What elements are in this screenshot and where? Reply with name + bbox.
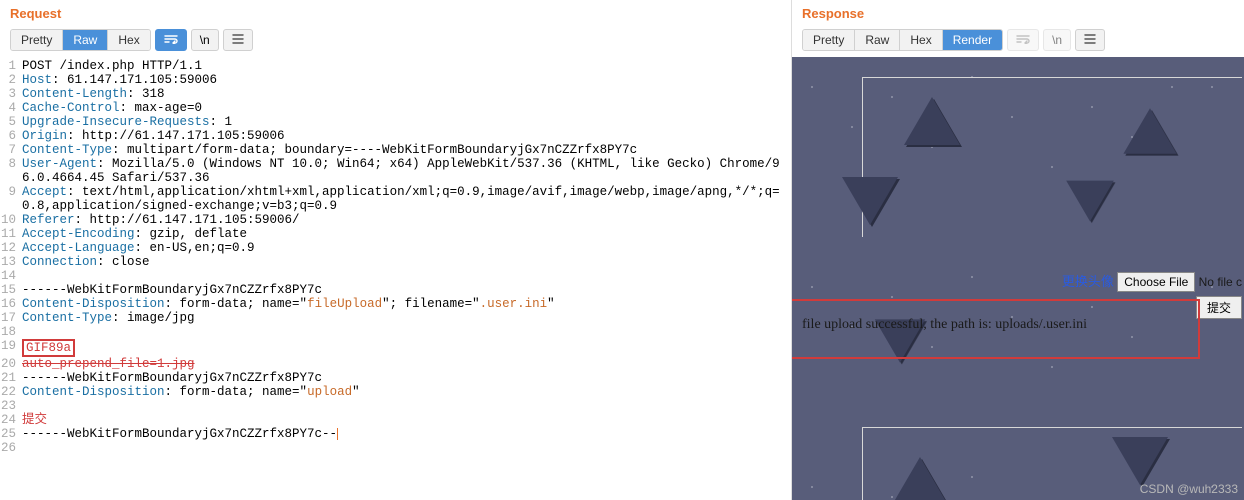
tab-raw[interactable]: Raw: [63, 30, 108, 50]
wrap-icon: [1016, 33, 1030, 47]
request-toolbar: Pretty Raw Hex \n: [0, 29, 791, 57]
highlighted-gif-header: GIF89a: [22, 339, 75, 357]
triangle-decor-6: [892, 457, 948, 500]
rendered-page: 更换头像 Choose File No file c 提交 file uploa…: [792, 57, 1244, 500]
triangle-decor-7: [1112, 437, 1168, 485]
upload-result-highlight: file upload successful, the path is: upl…: [792, 299, 1200, 359]
newline-toggle-button[interactable]: \n: [191, 29, 219, 51]
request-view-tabs: Pretty Raw Hex: [10, 29, 151, 51]
wrap-toggle-button[interactable]: [155, 29, 187, 51]
wrap-icon: [164, 33, 178, 47]
upload-result-text: file upload successful, the path is: upl…: [802, 317, 1087, 333]
tab-hex-resp[interactable]: Hex: [900, 30, 942, 50]
request-title: Request: [10, 6, 61, 21]
response-toolbar: Pretty Raw Hex Render \n: [792, 29, 1244, 57]
no-file-label: No file c: [1199, 275, 1242, 289]
response-panel: Response Pretty Raw Hex Render \n: [792, 0, 1244, 500]
request-panel: Request Pretty Raw Hex \n 1POST /index.p…: [0, 0, 792, 500]
request-editor[interactable]: 1POST /index.php HTTP/1.1 2Host: 61.147.…: [0, 57, 791, 500]
menu-button-resp[interactable]: [1075, 29, 1105, 51]
tab-hex[interactable]: Hex: [108, 30, 149, 50]
submit-button[interactable]: 提交: [1196, 296, 1242, 319]
response-header: Response: [792, 0, 1244, 29]
menu-button[interactable]: [223, 29, 253, 51]
hamburger-icon: [1084, 33, 1096, 47]
wrap-toggle-button-resp[interactable]: [1007, 29, 1039, 51]
triangle-decor-1: [842, 177, 898, 225]
newline-toggle-button-resp[interactable]: \n: [1043, 29, 1071, 51]
tab-raw-resp[interactable]: Raw: [855, 30, 900, 50]
response-view-tabs: Pretty Raw Hex Render: [802, 29, 1003, 51]
tab-pretty[interactable]: Pretty: [11, 30, 63, 50]
change-avatar-label: 更换头像: [1062, 274, 1114, 289]
choose-file-button[interactable]: Choose File: [1117, 272, 1195, 292]
triangle-decor-2: [904, 97, 960, 145]
response-title: Response: [802, 6, 864, 21]
highlighted-prepend: auto_prepend_file=1.jpg: [22, 357, 791, 371]
request-line-1: POST /index.php HTTP/1.1: [22, 59, 791, 73]
triangle-decor-4: [1123, 108, 1176, 154]
triangle-decor-5: [1066, 181, 1114, 222]
tab-render-resp[interactable]: Render: [943, 30, 1002, 50]
request-header: Request: [0, 0, 791, 29]
text-cursor: [337, 428, 338, 440]
tab-pretty-resp[interactable]: Pretty: [803, 30, 855, 50]
watermark: CSDN @wuh2333: [1140, 482, 1238, 496]
hamburger-icon: [232, 33, 244, 47]
